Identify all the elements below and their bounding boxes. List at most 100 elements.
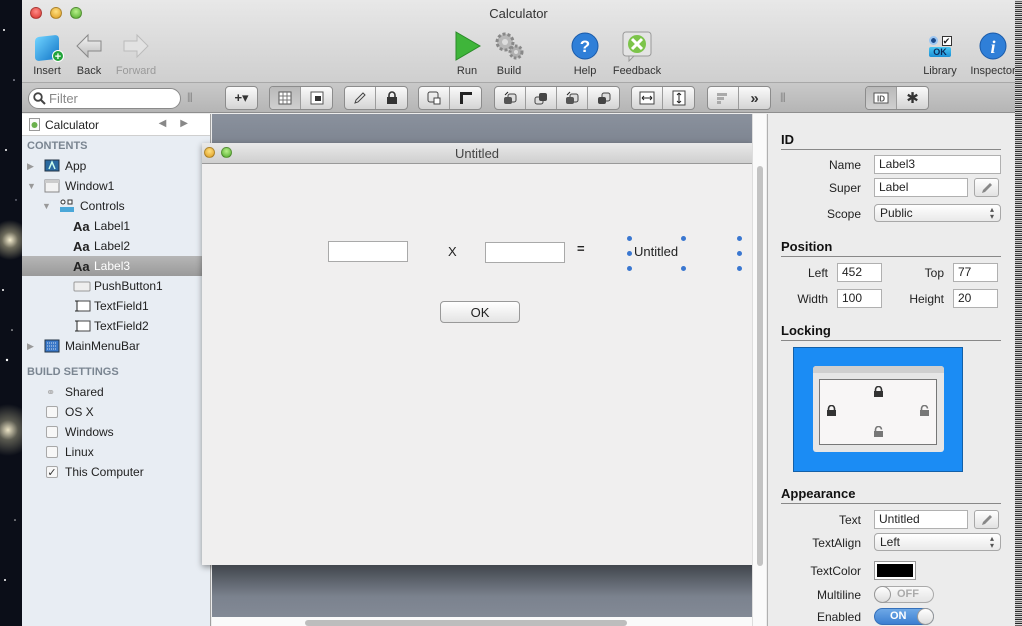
label3-selected[interactable]: Untitled [634,244,678,259]
resize-handle[interactable] [681,266,686,271]
textalign-select[interactable]: Left ▴ ▾ [874,533,1001,551]
height-field[interactable]: 20 [953,289,998,308]
lock-left-icon[interactable] [826,405,837,416]
unlock-right-icon[interactable] [919,405,930,416]
tree-item-label1[interactable]: Aa Label1 [22,216,210,236]
text-field[interactable]: Untitled [874,510,968,529]
horizontal-scroll-thumb[interactable] [305,620,627,626]
resize-handle[interactable] [737,251,742,256]
vertical-scrollbar[interactable] [752,114,766,626]
lock-icon [386,91,397,104]
resize-handle[interactable] [737,266,742,271]
this-computer-checkbox[interactable]: ✓ [46,466,58,479]
splitter-grip-right[interactable]: ||| [780,92,786,103]
build-item-linux[interactable]: Linux [22,442,210,462]
scope-select[interactable]: Public ▴ ▾ [874,204,1001,222]
build-item-osx[interactable]: OS X [22,402,210,422]
disclosure-down-icon[interactable]: ▼ [42,201,52,211]
lock-top-icon[interactable] [873,386,884,397]
help-button[interactable]: ? Help [555,30,615,77]
layout-editor-canvas: Untitled X = Untitled OK [202,114,752,626]
build-item-shared[interactable]: ⚭ Shared [22,382,210,402]
tree-item-app[interactable]: ▶ App [22,156,210,176]
tree-item-controls[interactable]: ▼ Controls [22,196,210,216]
library-icon: ✔ OK [924,30,956,62]
super-edit-button[interactable] [974,178,999,197]
vertical-resize-icon [672,90,685,106]
settings-inspector-button[interactable]: ✱ [897,87,928,109]
super-field[interactable]: Label [874,178,968,197]
textfield1[interactable] [328,241,408,262]
layout-view-button[interactable] [301,87,332,109]
more-button[interactable]: » [739,87,770,109]
appearance-section-header: Appearance [781,486,1001,504]
windows-checkbox[interactable] [46,426,58,438]
left-field[interactable]: 452 [837,263,882,282]
bounds-button[interactable] [419,87,450,109]
name-field[interactable]: Label3 [874,155,1001,174]
resize-handle[interactable] [627,236,632,241]
window-title: Calculator [489,6,548,21]
vertical-scroll-thumb[interactable] [757,166,763,566]
bring-to-front-button[interactable] [495,87,526,109]
id-inspector-button[interactable]: ID [866,87,897,109]
pushbutton1[interactable]: OK [440,301,520,323]
build-item-windows[interactable]: Windows [22,422,210,442]
feedback-button[interactable]: Feedback [607,30,667,77]
splitter-grip[interactable]: ||| [187,92,193,103]
send-to-back-button[interactable] [588,87,619,109]
resize-handle[interactable] [627,266,632,271]
width-field[interactable]: 100 [837,289,882,308]
tree-item-window1[interactable]: ▼ Window1 [22,176,210,196]
library-button[interactable]: ✔ OK Library [910,30,970,77]
align-button[interactable] [708,87,739,109]
resize-handle[interactable] [627,251,632,256]
match-height-button[interactable] [663,87,694,109]
lock-button[interactable] [376,87,407,109]
build-item-this-computer[interactable]: ✓ This Computer [22,462,210,482]
label1[interactable]: X [448,244,457,259]
ruler-button[interactable] [450,87,481,109]
svg-text:i: i [990,37,995,57]
linux-checkbox[interactable] [46,446,58,458]
match-width-button[interactable] [632,87,663,109]
filter-search[interactable] [28,88,181,109]
resize-handle[interactable] [737,236,742,241]
svg-text:?: ? [580,37,590,56]
text-edit-button[interactable] [974,510,999,529]
build-button[interactable]: Build [479,30,539,77]
label2[interactable]: = [577,241,585,256]
tree-item-pushbutton1[interactable]: PushButton1 [22,276,210,296]
forward-button[interactable]: Forward [106,30,166,77]
layout-icon [310,91,323,105]
disclosure-right-icon[interactable]: ▶ [27,161,37,172]
disclosure-down-icon[interactable]: ▼ [27,181,37,191]
tree-item-textfield1[interactable]: TextField1 [22,296,210,316]
tree-item-mainmenubar[interactable]: ▶ MainMenuBar [22,336,210,356]
send-backward-button[interactable] [557,87,588,109]
tree-item-label3[interactable]: Aa Label3 [22,256,210,276]
add-menu-button[interactable]: +▾ [226,87,257,109]
bring-forward-button[interactable] [526,87,557,109]
tree-item-label2[interactable]: Aa Label2 [22,236,210,256]
multiline-toggle[interactable]: OFF [874,586,934,603]
top-field[interactable]: 77 [953,263,998,282]
project-navigator: Calculator ◀▶ CONTENTS ▶ App ▼ Window1 ▼… [22,114,211,626]
inspector-button[interactable]: i Inspector [963,30,1015,77]
project-name: Calculator [45,117,100,132]
edit-button[interactable] [345,87,376,109]
project-nav-arrows[interactable]: ◀▶ [159,118,202,129]
osx-checkbox[interactable] [46,406,58,418]
resize-handle[interactable] [681,236,686,241]
filter-input[interactable] [49,91,169,106]
unlock-bottom-icon[interactable] [873,426,884,437]
textfield2[interactable] [485,242,565,263]
inspector-mode-group: ID ✱ [865,86,929,110]
horizontal-scrollbar[interactable] [212,617,752,626]
textcolor-swatch[interactable] [874,561,916,580]
disclosure-right-icon[interactable]: ▶ [27,341,37,352]
enabled-toggle[interactable]: ON [874,608,934,625]
feedback-icon [622,31,652,62]
tree-item-textfield2[interactable]: TextField2 [22,316,210,336]
grid-view-button[interactable] [270,87,301,109]
